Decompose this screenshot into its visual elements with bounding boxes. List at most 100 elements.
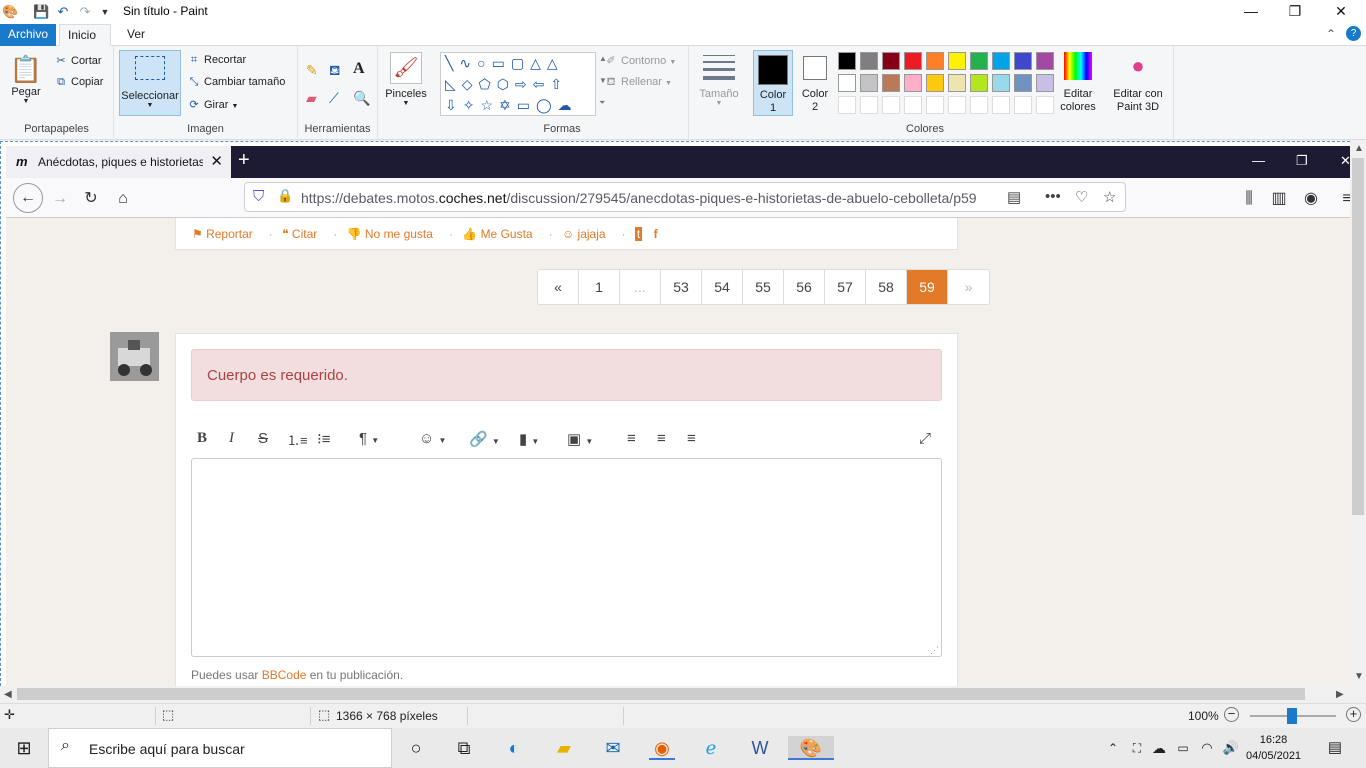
scroll-up-icon[interactable]: ▲: [1354, 143, 1364, 154]
color-swatch[interactable]: [970, 96, 988, 114]
lock-icon[interactable]: 🔒: [277, 188, 293, 204]
internet-explorer-icon[interactable]: ℯ: [698, 736, 724, 760]
paint-canvas[interactable]: m Anécdotas, piques e historietas ✕ + — …: [0, 141, 1350, 686]
page-link[interactable]: 54: [702, 270, 743, 304]
color-swatch[interactable]: [992, 96, 1010, 114]
word-icon[interactable]: W: [747, 736, 773, 760]
color-swatch[interactable]: [992, 74, 1010, 92]
close-button[interactable]: ✕: [1318, 0, 1364, 24]
sidebar-icon[interactable]: ▥: [1268, 188, 1290, 210]
outline-button[interactable]: ✐ Contorno ▼: [604, 54, 676, 67]
select-button[interactable]: Seleccionar ▼: [119, 50, 181, 116]
brushes-button[interactable]: 🖌 Pinceles ▼: [382, 52, 430, 107]
image-icon[interactable]: ▣ ▼: [567, 430, 593, 448]
shield-icon[interactable]: ⛉: [253, 188, 264, 205]
color-swatch[interactable]: [1036, 52, 1054, 70]
scroll-right-icon[interactable]: ▶: [1336, 689, 1344, 700]
unordered-list-icon[interactable]: ⁝≡: [317, 430, 331, 448]
mail-icon[interactable]: ✉: [600, 736, 626, 760]
user-avatar[interactable]: [110, 332, 159, 381]
tab-ver[interactable]: Ver: [119, 24, 153, 46]
color-swatch[interactable]: [948, 52, 966, 70]
onedrive-icon[interactable]: ☁: [1146, 736, 1172, 760]
minimize-button[interactable]: —: [1228, 0, 1274, 24]
align-right-icon[interactable]: ≡: [687, 430, 696, 447]
horizontal-scrollbar[interactable]: ◀ ▶: [0, 686, 1350, 703]
text-icon[interactable]: A: [353, 60, 365, 78]
paste-button[interactable]: 📋 Pegar ▼: [6, 52, 46, 105]
color-swatch[interactable]: [1036, 96, 1054, 114]
color-swatch[interactable]: [926, 74, 944, 92]
zoom-slider-thumb[interactable]: [1287, 708, 1297, 724]
color-swatch[interactable]: [882, 52, 900, 70]
color-swatch[interactable]: [904, 52, 922, 70]
crop-button[interactable]: ⌗ Recortar: [187, 54, 246, 67]
facebook-share-icon[interactable]: f: [654, 227, 658, 241]
wifi-icon[interactable]: ◠: [1194, 736, 1220, 760]
color-swatch[interactable]: [904, 96, 922, 114]
paint3d-button[interactable]: ● Editar con Paint 3D: [1108, 52, 1168, 114]
quote-link[interactable]: ❝ Citar: [282, 227, 325, 241]
magnifier-icon[interactable]: 🔍: [353, 90, 370, 107]
home-icon[interactable]: ⌂: [112, 188, 134, 210]
file-explorer-icon[interactable]: ▰: [551, 736, 577, 760]
paint-taskbar-icon[interactable]: 🎨: [788, 736, 834, 760]
color2-button[interactable]: Color 2: [796, 50, 834, 116]
pocket-icon[interactable]: ♡: [1075, 188, 1088, 206]
windows-start-icon[interactable]: ⊞: [11, 736, 37, 760]
help-icon[interactable]: ?: [1346, 26, 1361, 41]
link-icon[interactable]: 🔗 ▼: [469, 430, 500, 448]
copy-button[interactable]: ⧉ Copiar: [54, 76, 103, 89]
horizontal-scroll-thumb[interactable]: [17, 688, 1305, 700]
library-icon[interactable]: ⫼: [1238, 188, 1260, 210]
post-body-editor[interactable]: ⋰: [191, 458, 942, 657]
color-swatch[interactable]: [838, 96, 856, 114]
url-text[interactable]: https://debates.motos.coches.net/discuss…: [301, 190, 977, 206]
ff-close-icon[interactable]: ✕: [1340, 153, 1350, 169]
page-link[interactable]: 57: [825, 270, 866, 304]
edit-colors-button[interactable]: Editar colores: [1058, 52, 1098, 114]
page-link[interactable]: 56: [784, 270, 825, 304]
paragraph-icon[interactable]: ¶ ▼: [359, 430, 379, 447]
page-actions-icon[interactable]: •••: [1045, 188, 1061, 205]
customize-quick-access-icon[interactable]: ▼: [97, 4, 113, 20]
dislike-link[interactable]: 👎 No me gusta: [347, 227, 441, 241]
browser-tab[interactable]: m Anécdotas, piques e historietas ✕: [6, 146, 231, 178]
color-swatch[interactable]: [926, 96, 944, 114]
taskbar-search-text[interactable]: Escribe aquí para buscar: [89, 741, 245, 757]
twitter-share-icon[interactable]: t: [634, 227, 643, 241]
scroll-down-icon[interactable]: ▼: [1354, 671, 1364, 682]
undo-icon[interactable]: ↶: [55, 4, 71, 20]
color-swatch[interactable]: [948, 74, 966, 92]
battery-icon[interactable]: ▭: [1170, 736, 1196, 760]
laugh-link[interactable]: ☺ jajaja: [562, 227, 614, 241]
taskbar-search[interactable]: ⌕ Escribe aquí para buscar: [48, 728, 392, 768]
fill-button[interactable]: ⛾ Rellenar ▼: [604, 76, 672, 90]
like-link[interactable]: 👍 Me Gusta: [462, 227, 540, 241]
new-tab-icon[interactable]: +: [238, 149, 250, 172]
bbcode-link[interactable]: BBCode: [262, 668, 307, 682]
edge-icon[interactable]: ◐: [501, 736, 527, 760]
tab-archivo[interactable]: Archivo: [0, 24, 56, 46]
cortana-icon[interactable]: ○: [403, 736, 429, 760]
expand-gallery-icon[interactable]: ⏷: [599, 98, 605, 108]
save-icon[interactable]: 💾: [33, 4, 49, 20]
resize-button[interactable]: ⤡ Cambiar tamaño: [187, 76, 286, 89]
bookmark-star-icon[interactable]: ☆: [1103, 188, 1116, 206]
cut-button[interactable]: ✂ Cortar: [54, 54, 101, 67]
page-prev[interactable]: «: [538, 270, 579, 304]
page-link[interactable]: 55: [743, 270, 784, 304]
color-swatch[interactable]: [948, 96, 966, 114]
color-swatch[interactable]: [882, 96, 900, 114]
italic-icon[interactable]: I: [229, 430, 234, 447]
color-swatch[interactable]: [970, 74, 988, 92]
file-icon[interactable]: ▮ ▼: [519, 430, 539, 448]
zoom-out-icon[interactable]: −: [1224, 707, 1239, 722]
size-button[interactable]: Tamaño ▼: [693, 52, 745, 107]
shapes-gallery[interactable]: ╲∿○▭▢△△ ◺◇⬠⬡⇨⇦⇧ ⇩✧☆✡▭◯☁: [440, 52, 596, 116]
forward-icon[interactable]: →: [49, 188, 71, 210]
page-link[interactable]: 1: [579, 270, 620, 304]
pencil-icon[interactable]: ✎: [306, 62, 318, 79]
task-view-icon[interactable]: ⧉: [451, 736, 477, 760]
color-swatch[interactable]: [1014, 96, 1032, 114]
